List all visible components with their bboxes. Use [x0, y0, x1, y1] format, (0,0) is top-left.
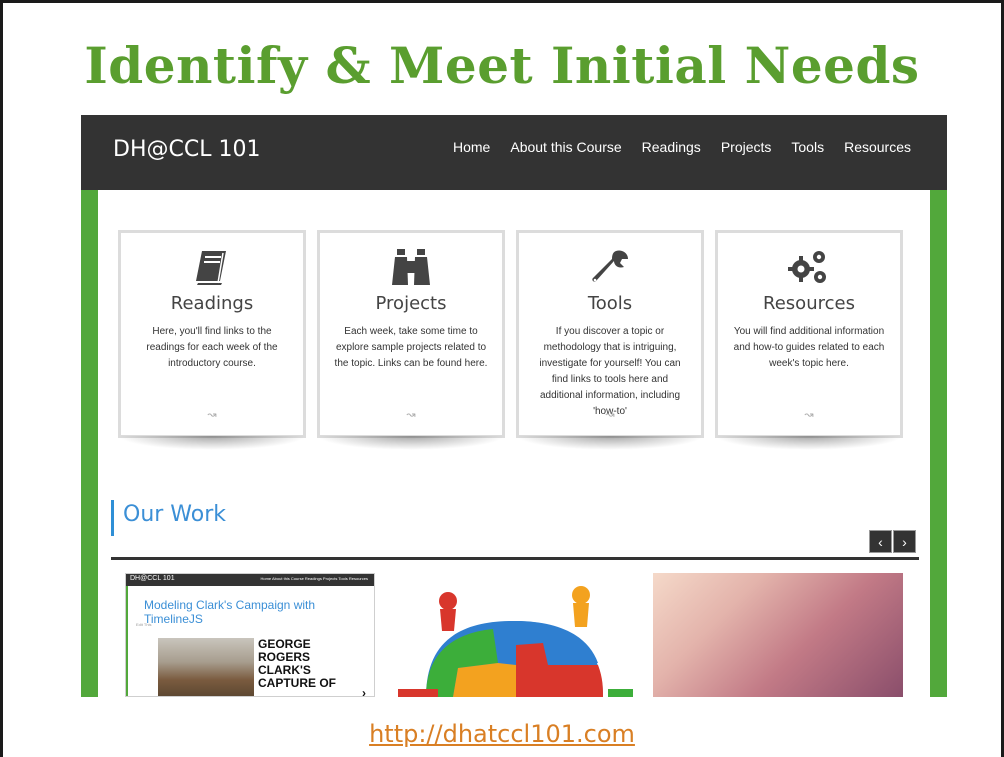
squiggle-arrow-icon[interactable]: ↝ — [519, 408, 701, 421]
card-shadow — [317, 436, 505, 450]
card-shadow — [516, 436, 704, 450]
section-accent-bar — [111, 500, 114, 536]
card-title: Projects — [375, 293, 447, 314]
nav-tools[interactable]: Tools — [791, 139, 824, 155]
card-text: You will find additional information and… — [733, 326, 885, 369]
card-title: Tools — [587, 293, 633, 314]
card-title: Readings — [170, 293, 254, 314]
nav-readings[interactable]: Readings — [642, 139, 701, 155]
thumbnail-navbar: DH@CCL 101 Home About this Course Readin… — [126, 574, 374, 586]
wrench-icon — [592, 250, 628, 282]
thumbnail-nav-links: Home About this Course Readings Projects… — [260, 576, 368, 581]
card-shadow — [715, 436, 903, 450]
card-readings[interactable]: Readings Here, you'll find links to the … — [118, 230, 306, 438]
thumbnail-edit-text: Edit This — [136, 622, 152, 627]
work-thumbnail-puzzle[interactable] — [398, 573, 633, 697]
squiggle-arrow-icon[interactable]: ↝ — [121, 408, 303, 421]
slide-title: Identify & Meet Initial Needs — [84, 36, 920, 95]
thumbnail-brand: DH@CCL 101 — [130, 575, 175, 582]
site-navbar: DH@CCL 101 Home About this Course Readin… — [81, 115, 947, 190]
card-shadow — [118, 436, 306, 450]
painting-image — [158, 638, 254, 696]
thumbnail-headline: GEORGE ROGERS CLARK'S CAPTURE OF — [258, 637, 336, 690]
chevron-right-icon[interactable]: › — [362, 686, 366, 696]
card-title: Resources — [763, 293, 855, 314]
card-text: If you discover a topic or methodology t… — [539, 326, 681, 417]
work-thumbnail-timeline[interactable]: DH@CCL 101 Home About this Course Readin… — [125, 573, 375, 697]
book-icon — [196, 251, 226, 285]
carousel-prev-button[interactable]: ‹ — [869, 530, 892, 553]
thumbnail-title: Modeling Clark's Campaign with TimelineJ… — [144, 598, 316, 626]
section-divider — [111, 557, 919, 560]
nav-projects[interactable]: Projects — [721, 139, 772, 155]
nav-menu: Home About this Course Readings Projects… — [433, 139, 911, 155]
binoculars-icon — [392, 249, 430, 285]
our-work-title: Our Work — [123, 502, 227, 527]
gears-icon — [788, 251, 826, 283]
squiggle-arrow-icon[interactable]: ↝ — [718, 408, 900, 421]
slide-border-top — [0, 0, 1004, 3]
puzzle-people-image — [398, 586, 633, 697]
card-projects[interactable]: Projects Each week, take some time to ex… — [317, 230, 505, 438]
squiggle-arrow-icon[interactable]: ↝ — [320, 408, 502, 421]
carousel-next-button[interactable]: › — [893, 530, 916, 553]
website-url-link[interactable]: http://dhatccl101.com — [0, 720, 1004, 748]
card-text: Here, you'll find links to the readings … — [146, 326, 278, 369]
card-text: Each week, take some time to explore sam… — [334, 326, 488, 369]
work-thumbnail-gradient[interactable] — [653, 573, 903, 697]
card-resources[interactable]: Resources You will find additional infor… — [715, 230, 903, 438]
nav-home[interactable]: Home — [453, 139, 490, 155]
site-brand[interactable]: DH@CCL 101 — [113, 137, 260, 162]
nav-about[interactable]: About this Course — [510, 139, 621, 155]
site-content: Readings Here, you'll find links to the … — [98, 190, 930, 697]
thumbnail-page: Modeling Clark's Campaign with TimelineJ… — [128, 586, 374, 696]
website-screenshot: DH@CCL 101 Home About this Course Readin… — [81, 115, 947, 697]
slide-border-left — [0, 0, 3, 757]
card-tools[interactable]: Tools If you discover a topic or methodo… — [516, 230, 704, 438]
nav-resources[interactable]: Resources — [844, 139, 911, 155]
